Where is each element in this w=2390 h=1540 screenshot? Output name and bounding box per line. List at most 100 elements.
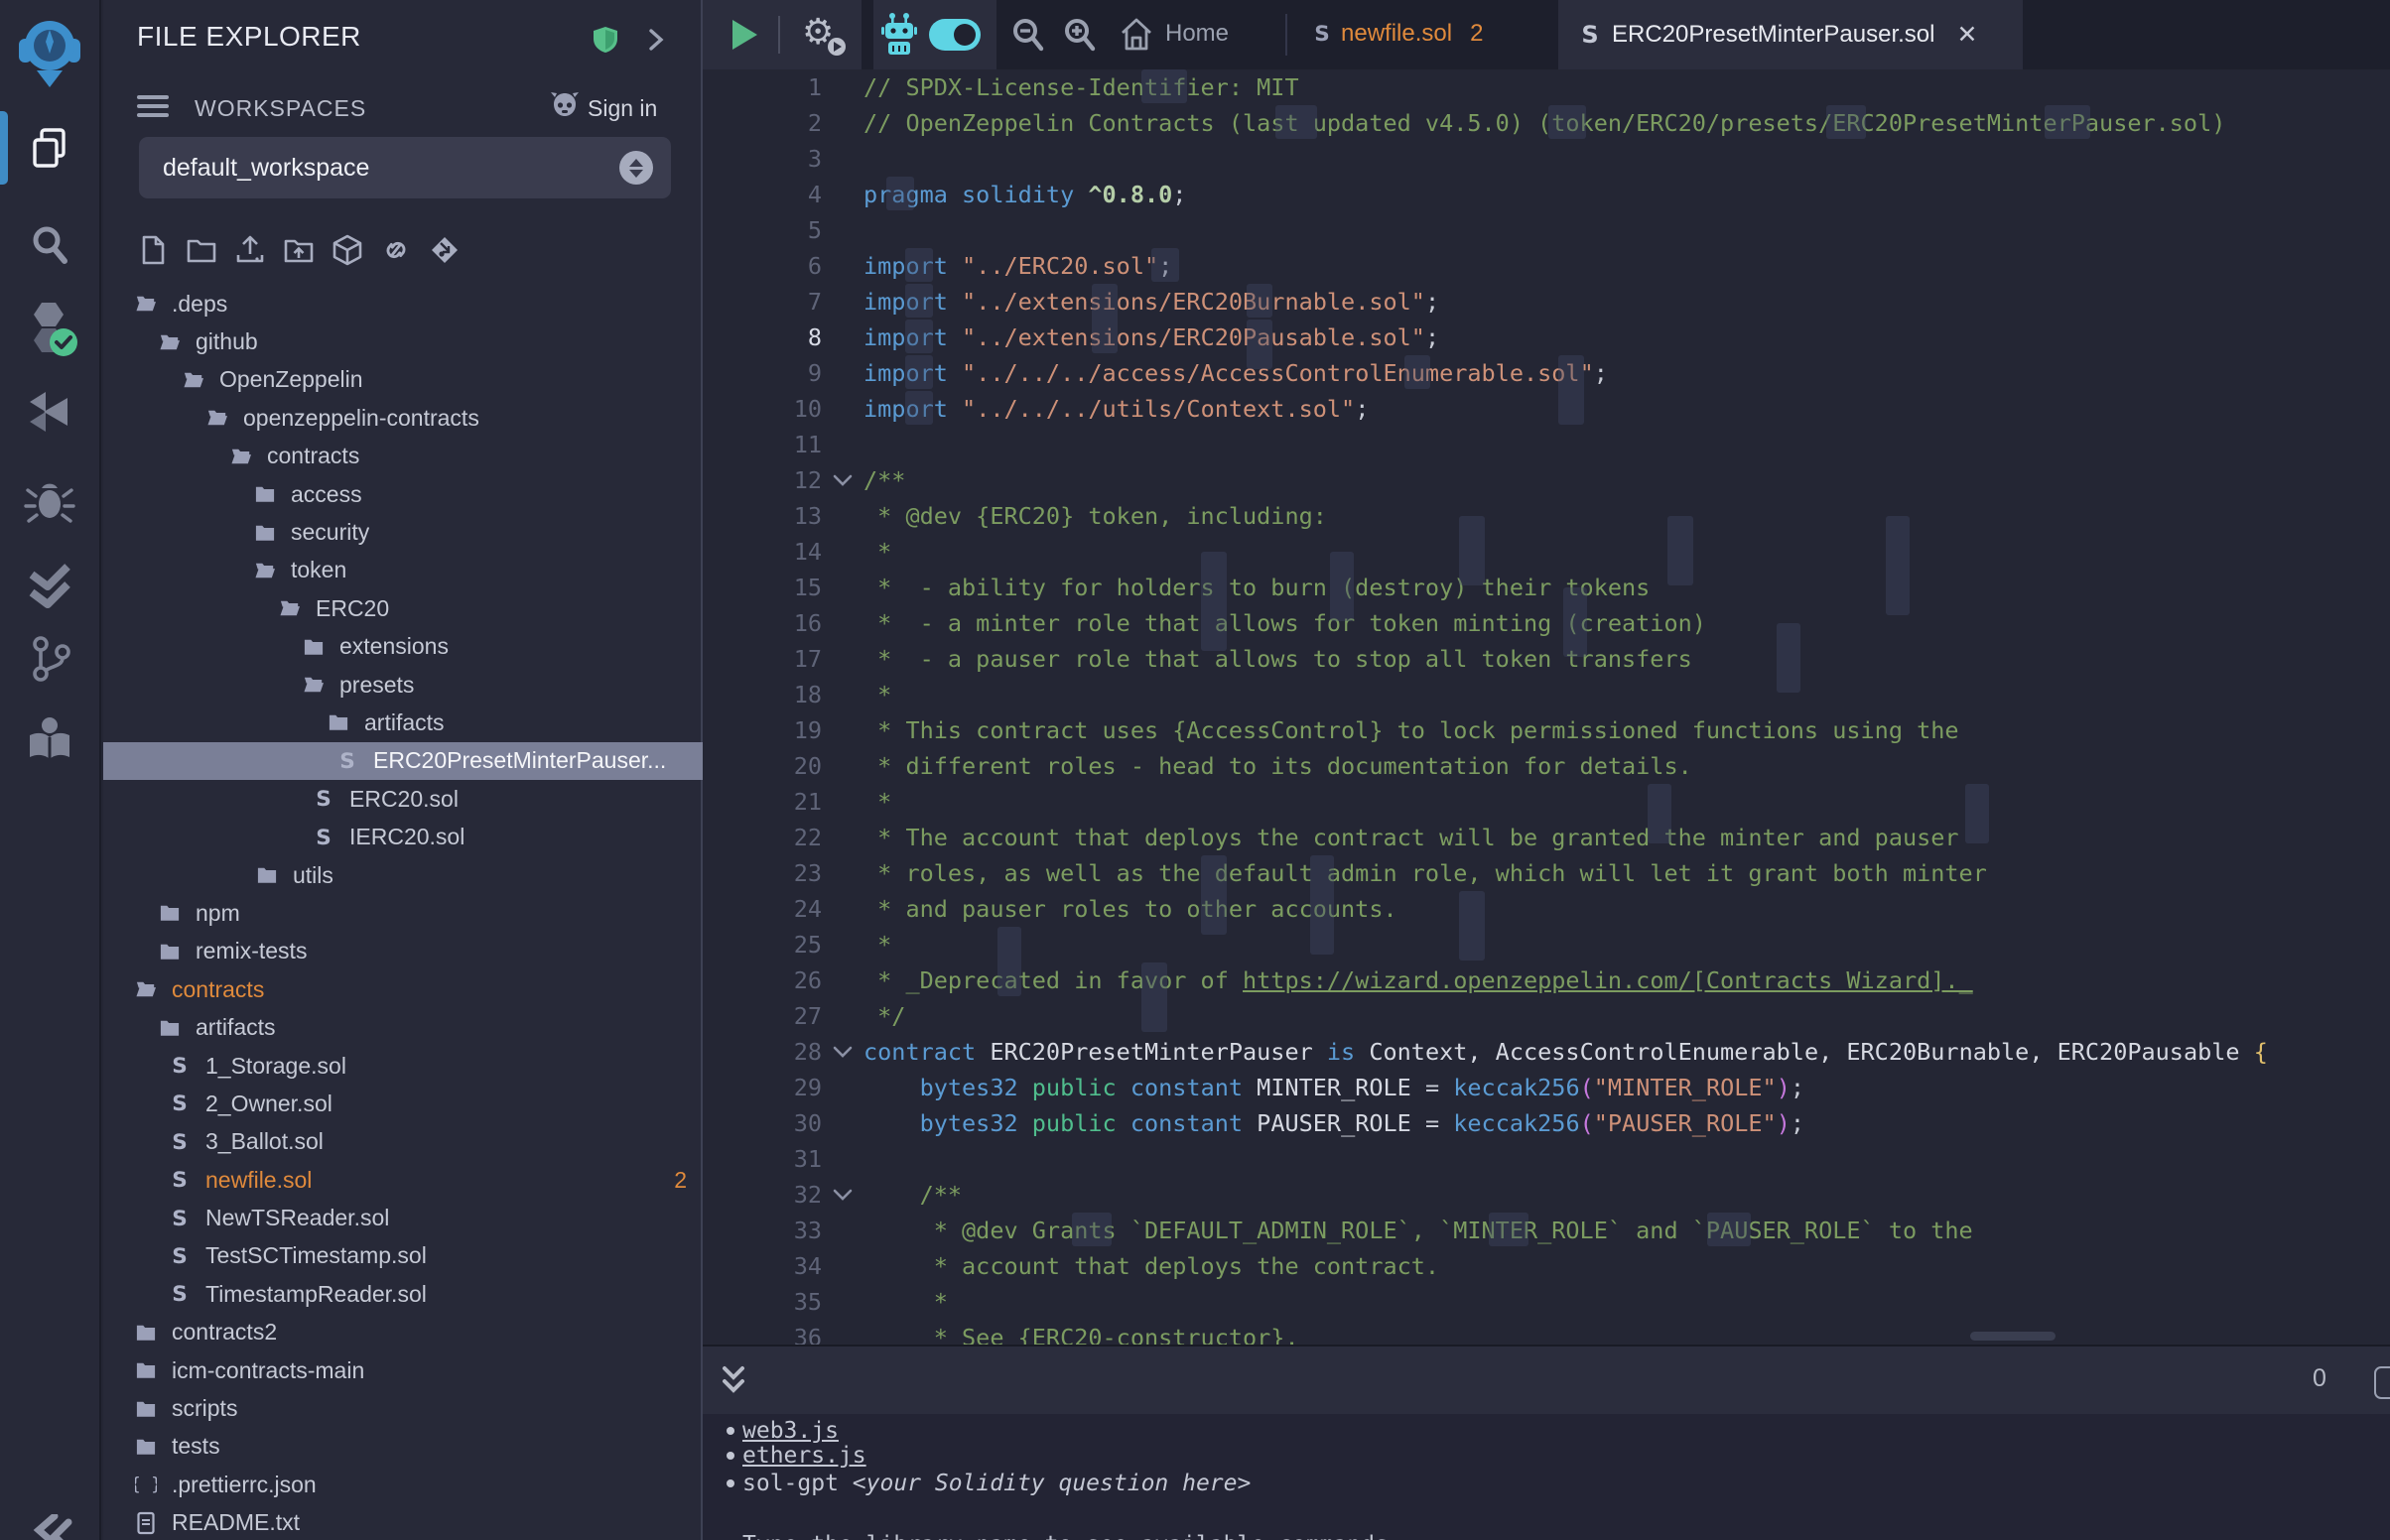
publish-box-icon[interactable] xyxy=(332,234,363,266)
debugger-icon[interactable] xyxy=(0,472,99,528)
tree-item-openzeppelin-contracts[interactable]: openzeppelin-contracts xyxy=(103,399,703,437)
line-number[interactable]: 26 xyxy=(703,962,822,998)
collapse-rail-icon[interactable] xyxy=(0,1512,99,1540)
tab-active[interactable]: S ERC20PresetMinterPauser.sol ✕ xyxy=(1558,0,2023,69)
line-number[interactable]: 11 xyxy=(703,427,822,462)
code-editor[interactable]: 1// SPDX-License-Identifier: MIT2// Open… xyxy=(703,69,2390,1346)
line-number[interactable]: 9 xyxy=(703,355,822,391)
expand-terminal-icon[interactable] xyxy=(719,1362,748,1398)
horizontal-scrollbar[interactable] xyxy=(1970,1332,2056,1341)
line-number[interactable]: 27 xyxy=(703,998,822,1034)
line-number[interactable]: 19 xyxy=(703,712,822,748)
fold-chevron-icon[interactable] xyxy=(822,1034,863,1070)
line-number[interactable]: 31 xyxy=(703,1141,822,1177)
line-number[interactable]: 4 xyxy=(703,177,822,212)
remix-logo[interactable] xyxy=(0,14,99,89)
search-icon[interactable] xyxy=(0,218,99,272)
upload-folder-icon[interactable] xyxy=(283,234,315,266)
tree-item-erc20-sol[interactable]: SERC20.sol xyxy=(103,780,703,818)
line-number[interactable]: 7 xyxy=(703,284,822,320)
tab-newfile[interactable]: S newfile.sol 2 xyxy=(1313,20,1483,48)
tree-item-newtsreader-sol[interactable]: SNewTSReader.sol xyxy=(103,1199,703,1236)
line-number[interactable]: 6 xyxy=(703,248,822,284)
tree-item-erc20presetminterpauser-[interactable]: SERC20PresetMinterPauser... xyxy=(103,742,703,780)
tree-item-access[interactable]: access xyxy=(103,475,703,513)
tree-item-erc20[interactable]: ERC20 xyxy=(103,589,703,627)
tree-item-newfile-sol[interactable]: Snewfile.sol2 xyxy=(103,1161,703,1199)
unit-testing-icon[interactable] xyxy=(0,560,99,613)
tree-item-extensions[interactable]: extensions xyxy=(103,628,703,666)
tree-item-icm-contracts-main[interactable]: icm-contracts-main xyxy=(103,1351,703,1389)
tree-item-security[interactable]: security xyxy=(103,513,703,551)
line-number[interactable]: 24 xyxy=(703,891,822,927)
tree-item--deps[interactable]: .deps xyxy=(103,285,703,322)
tree-item-contracts[interactable]: contracts xyxy=(103,438,703,475)
line-number[interactable]: 5 xyxy=(703,212,822,248)
tree-item-tests[interactable]: tests xyxy=(103,1428,703,1466)
close-tab-icon[interactable]: ✕ xyxy=(1956,20,1977,50)
fold-chevron-icon[interactable] xyxy=(822,1177,863,1213)
tree-item-readme-txt[interactable]: README.txt xyxy=(103,1504,703,1540)
git-version-icon[interactable] xyxy=(429,234,461,266)
line-number[interactable]: 13 xyxy=(703,498,822,534)
upload-file-icon[interactable] xyxy=(234,234,266,266)
line-number[interactable]: 20 xyxy=(703,748,822,784)
tree-item-ierc20-sol[interactable]: SIERC20.sol xyxy=(103,818,703,855)
tree-item-contracts2[interactable]: contracts2 xyxy=(103,1314,703,1351)
line-number[interactable]: 2 xyxy=(703,105,822,141)
line-number[interactable]: 25 xyxy=(703,927,822,962)
file-explorer-icon[interactable] xyxy=(0,121,99,177)
line-number[interactable]: 32 xyxy=(703,1177,822,1213)
tree-item-utils[interactable]: utils xyxy=(103,856,703,894)
learneth-icon[interactable] xyxy=(0,710,99,768)
link-icon[interactable] xyxy=(380,234,412,266)
home-icon[interactable] xyxy=(1120,16,1153,54)
terminal-entry[interactable]: web3.js xyxy=(742,1418,839,1444)
new-folder-icon[interactable] xyxy=(186,234,217,266)
line-number[interactable]: 23 xyxy=(703,855,822,891)
tree-item-artifacts[interactable]: artifacts xyxy=(103,704,703,741)
tab-home[interactable]: Home xyxy=(1165,20,1229,48)
new-file-icon[interactable] xyxy=(137,234,169,266)
line-number[interactable]: 16 xyxy=(703,605,822,641)
tree-item-presets[interactable]: presets xyxy=(103,666,703,704)
line-number[interactable]: 28 xyxy=(703,1034,822,1070)
tree-item-3-ballot-sol[interactable]: S3_Ballot.sol xyxy=(103,1123,703,1161)
workspace-select[interactable]: default_workspace xyxy=(139,137,671,198)
zoom-out-icon[interactable] xyxy=(1010,17,1046,55)
line-number[interactable]: 34 xyxy=(703,1248,822,1284)
tree-item--prettierrc-json[interactable]: { }.prettierrc.json xyxy=(103,1466,703,1503)
hamburger-menu-icon[interactable] xyxy=(137,94,169,119)
tree-item-remix-tests[interactable]: remix-tests xyxy=(103,933,703,970)
line-number[interactable]: 22 xyxy=(703,820,822,855)
line-number[interactable]: 15 xyxy=(703,570,822,605)
tree-item-timestampreader-sol[interactable]: STimestampReader.sol xyxy=(103,1275,703,1313)
solidity-compiler-icon[interactable] xyxy=(0,298,99,361)
line-number[interactable]: 10 xyxy=(703,391,822,427)
sign-in-button[interactable]: Sign in xyxy=(588,95,657,122)
tree-item-2-owner-sol[interactable]: S2_Owner.sol xyxy=(103,1085,703,1122)
fold-chevron-icon[interactable] xyxy=(822,462,863,498)
tree-item-1-storage-sol[interactable]: S1_Storage.sol xyxy=(103,1047,703,1085)
line-number[interactable]: 14 xyxy=(703,534,822,570)
line-number[interactable]: 30 xyxy=(703,1105,822,1141)
line-number[interactable]: 35 xyxy=(703,1284,822,1320)
terminal-output[interactable]: web3.jsethers.jssol-gpt <your Solidity q… xyxy=(703,1414,2390,1540)
line-number[interactable]: 21 xyxy=(703,784,822,820)
line-number[interactable]: 33 xyxy=(703,1213,822,1248)
ai-robot-icon[interactable] xyxy=(879,12,919,58)
line-number[interactable]: 17 xyxy=(703,641,822,677)
run-script-icon[interactable] xyxy=(732,20,757,50)
zoom-in-icon[interactable] xyxy=(1062,17,1098,55)
terminal-entry[interactable]: ethers.js xyxy=(742,1443,866,1469)
line-number[interactable]: 3 xyxy=(703,141,822,177)
tree-item-testsctimestamp-sol[interactable]: STestSCTimestamp.sol xyxy=(103,1237,703,1275)
line-number[interactable]: 12 xyxy=(703,462,822,498)
line-number[interactable]: 29 xyxy=(703,1070,822,1105)
line-number[interactable]: 8 xyxy=(703,320,822,355)
line-number[interactable]: 36 xyxy=(703,1320,822,1346)
deploy-and-run-icon[interactable] xyxy=(0,385,99,441)
tree-item-contracts[interactable]: contracts xyxy=(103,970,703,1008)
tree-item-openzeppelin[interactable]: OpenZeppelin xyxy=(103,361,703,399)
tree-item-npm[interactable]: npm xyxy=(103,894,703,932)
